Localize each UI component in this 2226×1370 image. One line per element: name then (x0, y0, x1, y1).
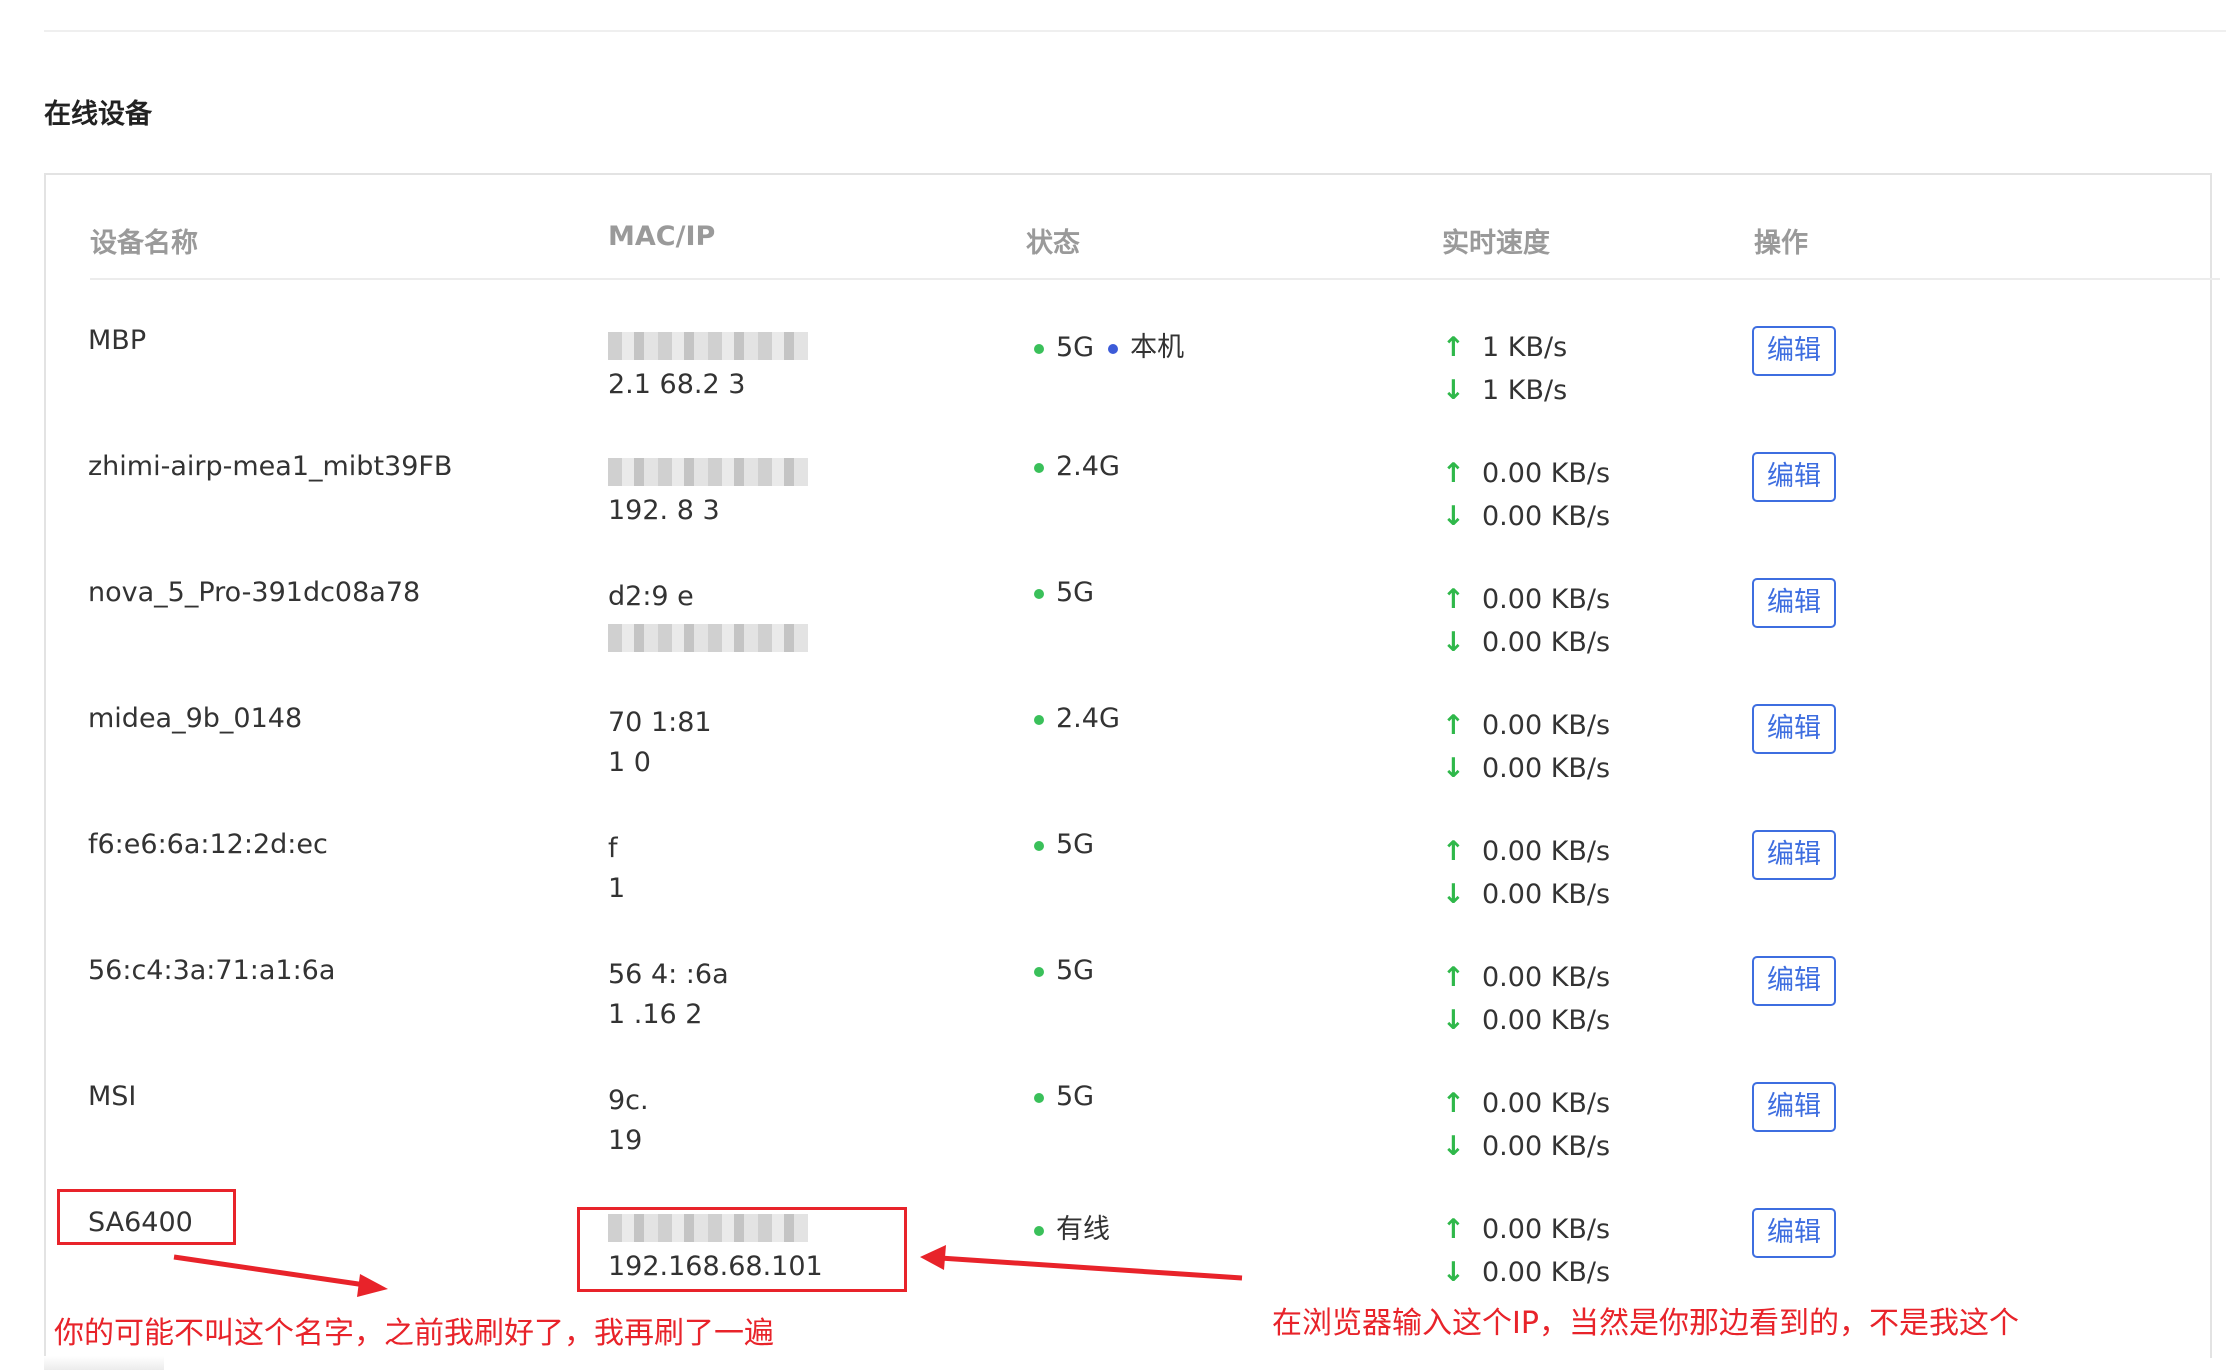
annotation-note-right: 在浏览器输入这个IP，当然是你那边看到的，不是我这个 (1272, 1306, 2019, 1341)
cut-off-next-section (44, 1356, 164, 1370)
annotation-note-left: 你的可能不叫这个名字，之前我刷好了，我再刷了一遍 (54, 1316, 774, 1351)
annotation-arrows-icon (173, 1245, 1243, 1297)
